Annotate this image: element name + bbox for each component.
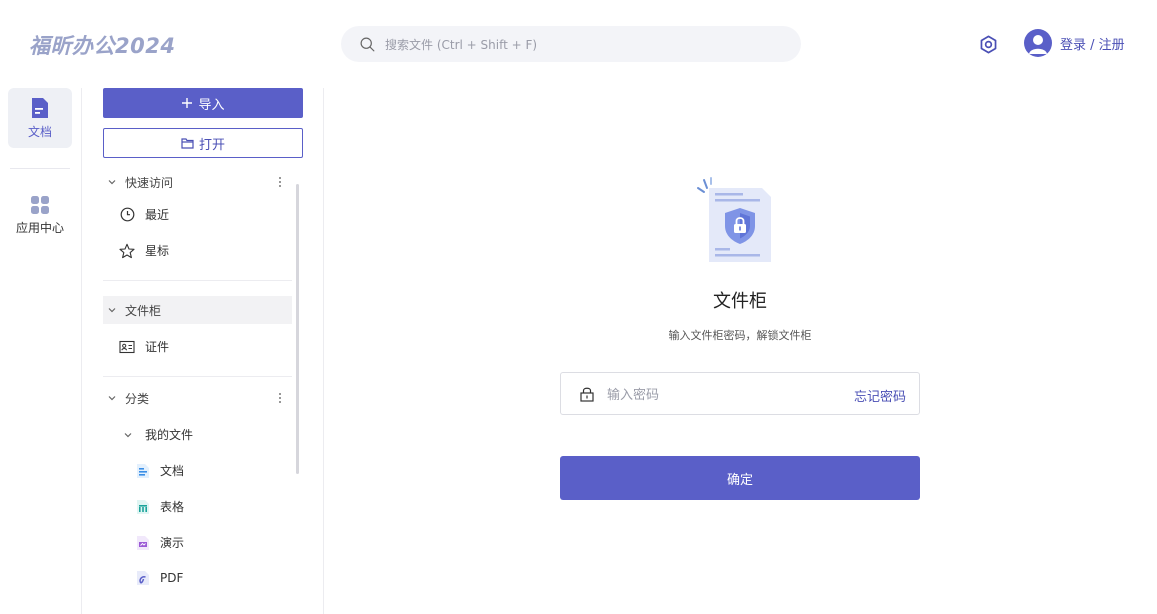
section-quick-access[interactable]: 快速访问 bbox=[103, 168, 292, 196]
nav-item-label: 星标 bbox=[145, 244, 170, 258]
nav-item-pdf[interactable]: PDF bbox=[135, 570, 183, 586]
folder-icon bbox=[181, 138, 194, 149]
rail-border bbox=[81, 88, 82, 614]
import-label: 导入 bbox=[198, 97, 225, 113]
chevron-down-icon bbox=[108, 180, 116, 185]
nav-item-label: 演示 bbox=[160, 536, 185, 550]
open-button[interactable]: 打开 bbox=[103, 128, 303, 158]
cabinet-subtitle: 输入文件柜密码，解锁文件柜 bbox=[668, 329, 812, 342]
chevron-down-icon bbox=[124, 432, 132, 437]
word-doc-icon bbox=[137, 463, 149, 478]
forgot-password-link[interactable]: 忘记密码 bbox=[854, 386, 906, 405]
nav-item-label: PDF bbox=[160, 571, 184, 585]
nav-item-presentations[interactable]: 演示 bbox=[135, 534, 184, 551]
settings-icon[interactable] bbox=[979, 35, 998, 54]
search-placeholder: 搜索文件 (Ctrl + Shift + F) bbox=[385, 37, 538, 52]
spreadsheet-icon bbox=[137, 499, 149, 514]
section-divider bbox=[103, 280, 292, 281]
password-placeholder: 输入密码 bbox=[607, 388, 660, 403]
nav-item-label: 文档 bbox=[160, 464, 185, 478]
chevron-down-icon bbox=[108, 308, 116, 313]
nav-item-starred[interactable]: 星标 bbox=[119, 242, 169, 259]
presentation-icon bbox=[137, 535, 149, 550]
nav-item-sheets[interactable]: 表格 bbox=[135, 498, 184, 515]
rail-item-documents[interactable]: 文档 bbox=[8, 88, 72, 148]
nav-item-label: 最近 bbox=[145, 208, 170, 222]
login-register-link[interactable]: 登录 / 注册 bbox=[1060, 34, 1125, 53]
nav-item-label: 表格 bbox=[160, 500, 185, 514]
section-divider bbox=[103, 376, 292, 377]
avatar-icon[interactable] bbox=[1024, 29, 1052, 57]
import-button[interactable]: 导入 bbox=[103, 88, 303, 118]
rail-item-label: 应用中心 bbox=[15, 220, 64, 235]
rail-item-app-center[interactable]: 应用中心 bbox=[8, 185, 72, 245]
apps-grid-icon bbox=[31, 195, 49, 214]
star-icon bbox=[119, 243, 135, 258]
password-field[interactable]: 输入密码 忘记密码 bbox=[560, 372, 920, 415]
nav-item-label: 证件 bbox=[145, 340, 170, 354]
secure-document-illustration bbox=[697, 177, 771, 262]
chevron-down-icon bbox=[108, 396, 116, 401]
cabinet-title: 文件柜 bbox=[713, 291, 767, 312]
app-logo: 福昕办公2024 bbox=[29, 34, 176, 58]
nav-scrollbar[interactable] bbox=[296, 184, 299, 474]
lock-icon bbox=[580, 387, 594, 402]
nav-item-label: 我的文件 bbox=[145, 428, 194, 442]
section-title: 文件柜 bbox=[125, 303, 162, 318]
plus-icon bbox=[182, 98, 193, 108]
document-icon bbox=[32, 97, 48, 118]
nav-item-recent[interactable]: 最近 bbox=[119, 206, 169, 223]
more-options-icon[interactable] bbox=[278, 391, 282, 405]
section-title: 快速访问 bbox=[125, 175, 174, 190]
id-card-icon bbox=[119, 340, 135, 353]
rail-item-label: 文档 bbox=[27, 124, 52, 139]
search-icon bbox=[360, 37, 375, 51]
search-bar[interactable]: 搜索文件 (Ctrl + Shift + F) bbox=[341, 26, 801, 62]
clock-icon bbox=[120, 207, 134, 222]
open-label: 打开 bbox=[198, 137, 225, 153]
section-category[interactable]: 分类 bbox=[103, 384, 292, 412]
section-title: 分类 bbox=[125, 391, 150, 406]
pdf-icon bbox=[137, 571, 149, 585]
rail-divider bbox=[10, 168, 70, 169]
user-account[interactable]: 登录 / 注册 bbox=[1024, 29, 1125, 57]
confirm-button[interactable]: 确定 bbox=[560, 456, 920, 500]
nav-border bbox=[323, 88, 324, 614]
nav-item-id-documents[interactable]: 证件 bbox=[119, 338, 169, 355]
nav-item-docs[interactable]: 文档 bbox=[135, 462, 184, 479]
more-options-icon[interactable] bbox=[278, 175, 282, 189]
section-cabinet[interactable]: 文件柜 bbox=[103, 296, 292, 324]
nav-item-my-files[interactable]: 我的文件 bbox=[123, 426, 193, 443]
